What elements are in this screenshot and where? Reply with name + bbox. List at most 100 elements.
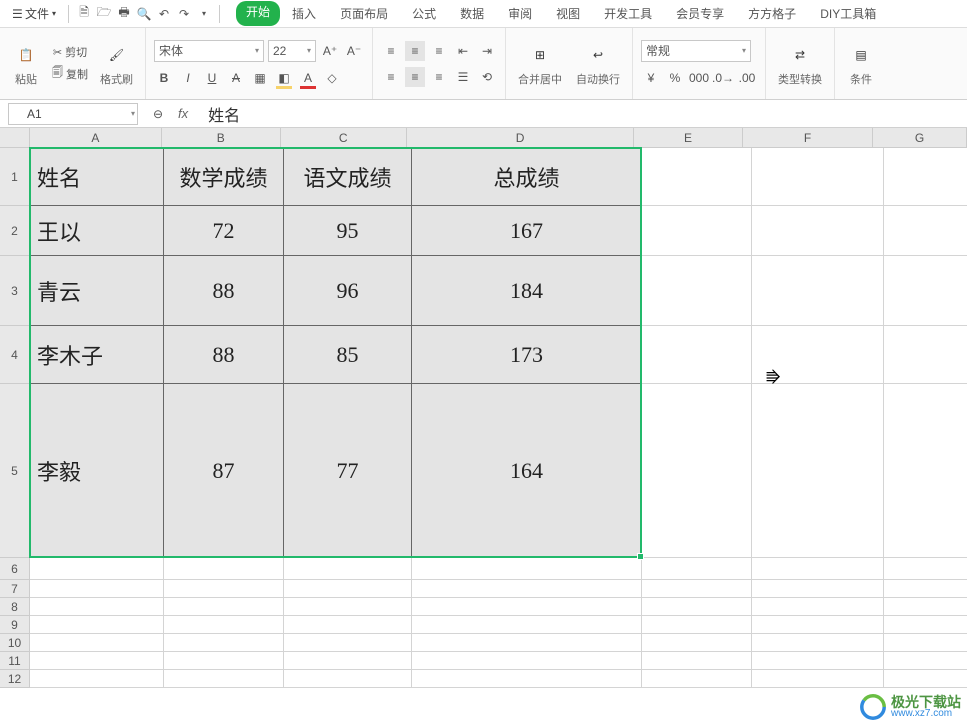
type-convert-button[interactable]: ⇄ 类型转换 <box>774 39 826 89</box>
cell-G4[interactable] <box>884 326 967 384</box>
row-header-6[interactable]: 6 <box>0 558 30 580</box>
row-header-10[interactable]: 10 <box>0 634 30 652</box>
cell-B12[interactable] <box>164 670 284 688</box>
cell-G12[interactable] <box>884 670 967 688</box>
cancel-formula-icon[interactable]: ⊖ <box>148 104 168 124</box>
cell-D12[interactable] <box>412 670 642 688</box>
col-header-G[interactable]: G <box>873 128 967 148</box>
increase-decimal-icon[interactable]: .0→ <box>713 68 733 88</box>
font-color-icon[interactable]: A <box>298 68 318 88</box>
cell-B5[interactable]: 87 <box>164 384 284 558</box>
font-name-select[interactable]: 宋体 ▾ <box>154 40 264 62</box>
format-painter-button[interactable]: 🖌 格式刷 <box>96 39 137 89</box>
cell-E5[interactable] <box>642 384 752 558</box>
cell-C5[interactable]: 77 <box>284 384 412 558</box>
border-icon[interactable]: ▦ <box>250 68 270 88</box>
align-right-icon[interactable]: ≡ <box>429 67 449 87</box>
tab-fangfang[interactable]: 方方格子 <box>736 1 808 26</box>
bold-icon[interactable]: B <box>154 68 174 88</box>
cell-G9[interactable] <box>884 616 967 634</box>
tab-page-layout[interactable]: 页面布局 <box>328 1 400 26</box>
row-header-4[interactable]: 4 <box>0 326 30 384</box>
cell-G5[interactable] <box>884 384 967 558</box>
cell-B11[interactable] <box>164 652 284 670</box>
cell-F2[interactable] <box>752 206 884 256</box>
cell-G1[interactable] <box>884 148 967 206</box>
cell-G2[interactable] <box>884 206 967 256</box>
tab-view[interactable]: 视图 <box>544 1 592 26</box>
cell-A8[interactable] <box>30 598 164 616</box>
tab-review[interactable]: 审阅 <box>496 1 544 26</box>
file-menu-button[interactable]: ☰ 文件 ▾ <box>6 3 62 24</box>
copy-button[interactable]: 🗐 复制 <box>50 63 90 84</box>
percent-icon[interactable]: % <box>665 68 685 88</box>
row-header-3[interactable]: 3 <box>0 256 30 326</box>
cell-C7[interactable] <box>284 580 412 598</box>
cell-B1[interactable]: 数学成绩 <box>164 148 284 206</box>
select-all-corner[interactable] <box>0 128 30 148</box>
cell-C11[interactable] <box>284 652 412 670</box>
tab-diy[interactable]: DIY工具箱 <box>808 1 888 26</box>
cell-E6[interactable] <box>642 558 752 580</box>
cell-B2[interactable]: 72 <box>164 206 284 256</box>
col-header-B[interactable]: B <box>162 128 281 148</box>
col-header-A[interactable]: A <box>30 128 162 148</box>
cell-F6[interactable] <box>752 558 884 580</box>
cell-E12[interactable] <box>642 670 752 688</box>
cell-A10[interactable] <box>30 634 164 652</box>
orientation-icon[interactable]: ⟲ <box>477 67 497 87</box>
row-header-7[interactable]: 7 <box>0 580 30 598</box>
print-icon[interactable]: 🖶 <box>115 5 133 23</box>
cell-C10[interactable] <box>284 634 412 652</box>
cell-F1[interactable] <box>752 148 884 206</box>
increase-indent-icon[interactable]: ⇥ <box>477 41 497 61</box>
cell-E11[interactable] <box>642 652 752 670</box>
paste-button[interactable]: 📋 粘贴 <box>8 39 44 89</box>
cell-D9[interactable] <box>412 616 642 634</box>
cell-G6[interactable] <box>884 558 967 580</box>
font-size-select[interactable]: 22 ▾ <box>268 40 316 62</box>
col-header-C[interactable]: C <box>281 128 407 148</box>
cell-A1[interactable]: 姓名 <box>30 148 164 206</box>
cond-format-button[interactable]: ▤ 条件 <box>843 39 879 89</box>
cell-D1[interactable]: 总成绩 <box>412 148 642 206</box>
cell-G10[interactable] <box>884 634 967 652</box>
cell-F3[interactable] <box>752 256 884 326</box>
align-left-icon[interactable]: ≡ <box>381 67 401 87</box>
cell-A3[interactable]: 青云 <box>30 256 164 326</box>
cell-D4[interactable]: 173 <box>412 326 642 384</box>
col-header-E[interactable]: E <box>634 128 743 148</box>
col-header-D[interactable]: D <box>407 128 634 148</box>
row-header-12[interactable]: 12 <box>0 670 30 688</box>
new-doc-icon[interactable]: 🗎 <box>75 5 93 23</box>
cell-D5[interactable]: 164 <box>412 384 642 558</box>
cell-F7[interactable] <box>752 580 884 598</box>
formula-input[interactable]: 姓名 <box>198 102 959 126</box>
tab-start[interactable]: 开始 <box>236 1 280 26</box>
cell-F8[interactable] <box>752 598 884 616</box>
decrease-decimal-icon[interactable]: .00 <box>737 68 757 88</box>
cell-B7[interactable] <box>164 580 284 598</box>
cell-D11[interactable] <box>412 652 642 670</box>
cell-C9[interactable] <box>284 616 412 634</box>
cell-B3[interactable]: 88 <box>164 256 284 326</box>
cell-F11[interactable] <box>752 652 884 670</box>
distribute-icon[interactable]: ☰ <box>453 67 473 87</box>
align-middle-icon[interactable]: ≡ <box>405 41 425 61</box>
cell-C2[interactable]: 95 <box>284 206 412 256</box>
cell-C4[interactable]: 85 <box>284 326 412 384</box>
cell-C6[interactable] <box>284 558 412 580</box>
italic-icon[interactable]: I <box>178 68 198 88</box>
row-header-9[interactable]: 9 <box>0 616 30 634</box>
cell-G3[interactable] <box>884 256 967 326</box>
cell-D10[interactable] <box>412 634 642 652</box>
cell-E9[interactable] <box>642 616 752 634</box>
currency-icon[interactable]: ¥ <box>641 68 661 88</box>
cell-F12[interactable] <box>752 670 884 688</box>
cell-G8[interactable] <box>884 598 967 616</box>
align-top-icon[interactable]: ≡ <box>381 41 401 61</box>
col-header-F[interactable]: F <box>743 128 873 148</box>
comma-icon[interactable]: 000 <box>689 68 709 88</box>
cut-button[interactable]: ✂ 剪切 <box>51 43 89 61</box>
redo-icon[interactable]: ↷ <box>175 5 193 23</box>
